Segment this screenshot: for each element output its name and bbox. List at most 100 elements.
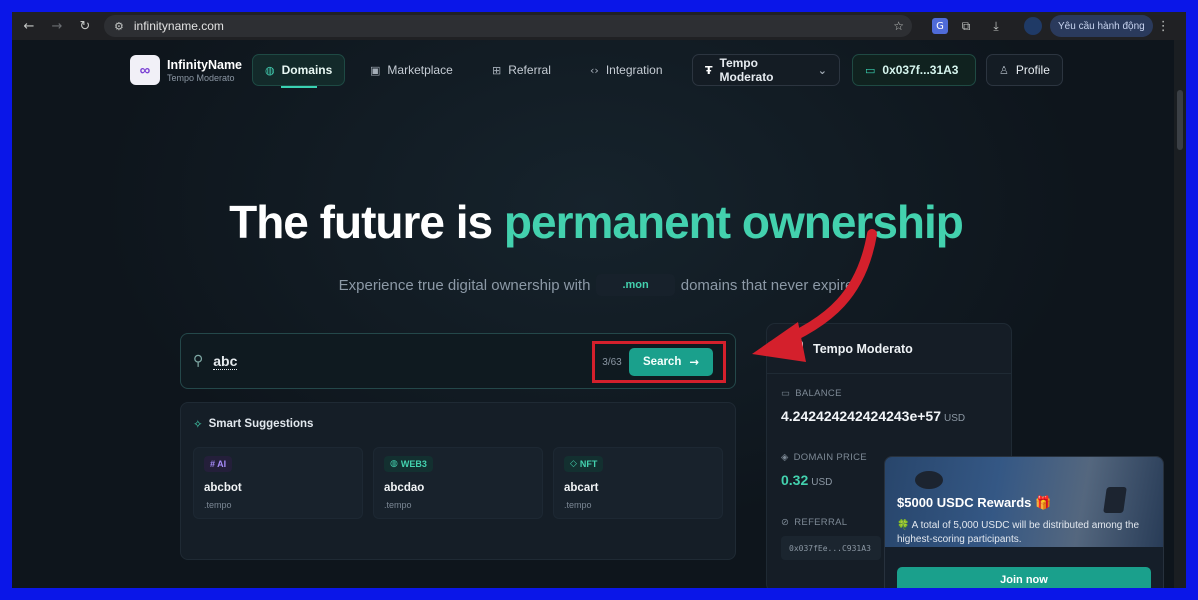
logo-icon[interactable]: ∞ bbox=[130, 55, 160, 85]
network-card-name: Tempo Moderato bbox=[813, 341, 913, 356]
rewards-description: 🍀 A total of 5,000 USDC will be distribu… bbox=[897, 520, 1140, 545]
extensions-icon[interactable]: ⧉ bbox=[954, 15, 978, 37]
search-button[interactable]: Search → bbox=[629, 348, 713, 376]
site-info-icon[interactable]: ⚙ bbox=[114, 20, 124, 33]
page-scrollbar[interactable] bbox=[1174, 40, 1186, 588]
back-icon[interactable]: ← bbox=[18, 15, 40, 37]
wallet-address: 0x037f...31A3 bbox=[882, 63, 959, 77]
tag-icon: ◈ bbox=[781, 452, 789, 463]
domain-search-box[interactable]: ⚲ abc 3/63 Search → bbox=[180, 333, 736, 389]
nav-domains[interactable]: ◍ Domains bbox=[252, 54, 346, 88]
char-counter: 3/63 bbox=[602, 356, 622, 368]
browser-toolbar: ← → ↻ ⚙ infinityname.com ☆ G ⧉ ⤓ Yêu cầu… bbox=[12, 12, 1186, 40]
browser-window: ← → ↻ ⚙ infinityname.com ☆ G ⧉ ⤓ Yêu cầu… bbox=[12, 12, 1186, 588]
search-input[interactable]: abc bbox=[213, 353, 238, 370]
tempo-logo-icon: Ŧ bbox=[705, 63, 713, 77]
hero-title-main: The future is bbox=[229, 196, 504, 248]
domain-price-number: 0.32 bbox=[781, 472, 809, 488]
domain-price-value: 0.32 USD bbox=[781, 472, 832, 488]
balance-unit: USD bbox=[944, 413, 966, 424]
rewards-title: $5000 USDC Rewards 🎁 bbox=[897, 495, 1052, 510]
download-icon[interactable]: ⤓ bbox=[984, 15, 1008, 37]
rewards-popup: $5000 USDC Rewards 🎁 🍀 A total of 5,000 … bbox=[884, 456, 1164, 588]
shop-icon: ▣ bbox=[370, 63, 381, 77]
url-text: infinityname.com bbox=[133, 19, 224, 33]
suggestion-tag-label: NFT bbox=[579, 459, 598, 469]
domain-price-unit: USD bbox=[811, 477, 833, 488]
forward-icon[interactable]: → bbox=[46, 15, 68, 37]
suggestions-heading: ✧ Smart Suggestions bbox=[193, 417, 313, 431]
hero-subtitle-before: Experience true digital ownership with bbox=[338, 276, 591, 294]
site-header: ∞ InfinityName Tempo Moderato bbox=[130, 54, 242, 86]
profile-avatar[interactable] bbox=[1024, 17, 1042, 35]
suggestion-name: abcbot bbox=[204, 482, 242, 494]
action-request-pill[interactable]: Yêu cầu hành động bbox=[1050, 15, 1153, 37]
hero-title-accent: permanent ownership bbox=[503, 196, 964, 248]
globe-icon: ◍ bbox=[390, 459, 398, 469]
nav-referral[interactable]: ⊞ Referral bbox=[480, 54, 563, 86]
tld-badge: .mon bbox=[596, 274, 675, 296]
suggestions-heading-label: Smart Suggestions bbox=[208, 418, 314, 430]
referral-code[interactable]: 0x037fEe...C931A3 bbox=[781, 536, 881, 560]
hero-title: The future is permanent ownership bbox=[12, 195, 1180, 249]
chevron-down-icon: ⌄ bbox=[817, 63, 827, 77]
suggestion-tag: ◍ WEB3 bbox=[384, 456, 433, 472]
suggestion-tld: .tempo bbox=[384, 500, 412, 510]
balance-label-text: BALANCE bbox=[795, 388, 842, 399]
tempo-logo-icon: Ŧ bbox=[785, 339, 803, 358]
domain-price-label: ◈ DOMAIN PRICE bbox=[781, 452, 867, 463]
brand-text: InfinityName Tempo Moderato bbox=[167, 58, 242, 83]
nav-marketplace[interactable]: ▣ Marketplace bbox=[358, 54, 465, 86]
wallet-icon: ▭ bbox=[865, 63, 876, 77]
profile-button[interactable]: ♙ Profile bbox=[986, 54, 1063, 86]
smart-suggestions-card: ✧ Smart Suggestions # AI abcbot .tempo ◍… bbox=[180, 402, 736, 560]
bookmark-star-icon[interactable]: ☆ bbox=[893, 19, 904, 33]
domain-price-label-text: DOMAIN PRICE bbox=[793, 452, 867, 463]
suggestion-name: abcdao bbox=[384, 482, 425, 494]
suggestion-tag: # AI bbox=[204, 456, 233, 472]
referral-label: ⊘ REFERRAL bbox=[781, 517, 847, 528]
arrow-right-icon: → bbox=[689, 355, 699, 369]
search-action-highlight: 3/63 Search → bbox=[592, 341, 726, 383]
suggestion-item[interactable]: # AI abcbot .tempo bbox=[193, 447, 363, 519]
network-selector-label: Tempo Moderato bbox=[719, 56, 774, 84]
referral-label-text: REFERRAL bbox=[794, 517, 848, 528]
translate-icon[interactable]: G bbox=[932, 18, 948, 34]
wallet-button[interactable]: ▭ 0x037f...31A3 bbox=[852, 54, 976, 86]
suggestion-name: abcart bbox=[564, 482, 599, 494]
user-icon: ♙ bbox=[999, 63, 1009, 77]
network-selector[interactable]: Ŧ Tempo Moderato ⌄ bbox=[692, 54, 840, 86]
diamond-icon: ◇ bbox=[570, 459, 577, 469]
suggestion-tld: .tempo bbox=[204, 500, 232, 510]
hero-subtitle: Experience true digital ownership with .… bbox=[12, 274, 1180, 296]
balance-value: 4.242424242424243e+57 USD bbox=[781, 408, 965, 424]
join-now-button[interactable]: Join now bbox=[897, 567, 1151, 588]
suggestion-item[interactable]: ◇ NFT abcart .tempo bbox=[553, 447, 723, 519]
page-content: ∞ InfinityName Tempo Moderato ◍ Domains … bbox=[12, 40, 1174, 588]
nav-integration-label: Integration bbox=[605, 63, 663, 77]
link-icon: ⊘ bbox=[781, 517, 790, 528]
hero-subtitle-after: domains that never expire bbox=[680, 276, 854, 294]
code-icon: ‹› bbox=[590, 63, 599, 77]
reload-icon[interactable]: ↻ bbox=[74, 15, 96, 37]
nav-marketplace-label: Marketplace bbox=[387, 63, 453, 77]
partner-logo-icon bbox=[915, 471, 943, 489]
sparkle-icon: ✧ bbox=[193, 417, 203, 431]
gift-icon: ⊞ bbox=[492, 63, 502, 77]
address-bar[interactable]: ⚙ infinityname.com ☆ bbox=[104, 15, 912, 37]
partner-logo-icon bbox=[1103, 487, 1127, 513]
brand-name: InfinityName bbox=[167, 57, 243, 72]
menu-kebab-icon[interactable]: ⋮ bbox=[1157, 19, 1170, 34]
scrollbar-thumb[interactable] bbox=[1177, 90, 1183, 150]
nav-domains-label: Domains bbox=[281, 63, 333, 77]
globe-icon: ◍ bbox=[265, 63, 275, 77]
suggestion-item[interactable]: ◍ WEB3 abcdao .tempo bbox=[373, 447, 543, 519]
balance-label: ▭ BALANCE bbox=[781, 388, 842, 399]
brand-network: Tempo Moderato bbox=[167, 72, 235, 83]
search-button-label: Search bbox=[643, 356, 682, 368]
nav-referral-label: Referral bbox=[508, 63, 551, 77]
nav-integration[interactable]: ‹› Integration bbox=[578, 54, 675, 86]
profile-label: Profile bbox=[1015, 63, 1050, 77]
suggestion-tld: .tempo bbox=[564, 500, 592, 510]
wallet-icon: ▭ bbox=[781, 388, 791, 399]
